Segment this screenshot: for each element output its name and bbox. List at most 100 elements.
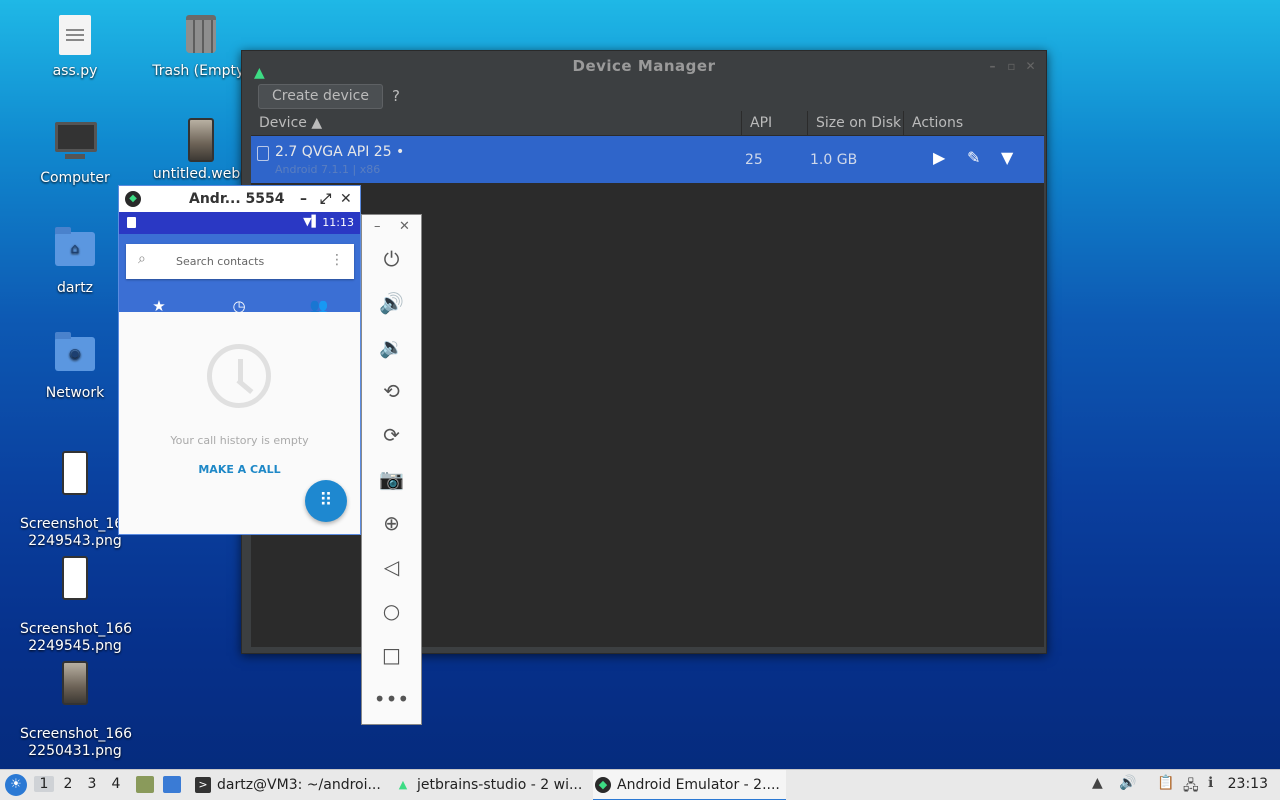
emulator-logo-icon: ◆ bbox=[125, 191, 141, 207]
desktop-icon-label: Network bbox=[45, 385, 105, 401]
emulator-title: Andr... 5554 bbox=[189, 191, 285, 207]
emulator-icon: ◆ bbox=[595, 777, 611, 793]
minimize-button[interactable]: – bbox=[990, 51, 997, 81]
device-subtitle: Android 7.1.1 | x86 bbox=[275, 163, 381, 176]
status-clock: 11:13 bbox=[322, 216, 354, 229]
dropdown-icon[interactable]: ▼ bbox=[1001, 148, 1013, 167]
desktop-icon[interactable] bbox=[163, 776, 181, 793]
device-size: 1.0 GB bbox=[810, 152, 858, 168]
column-device[interactable]: Device ▲ bbox=[251, 111, 741, 136]
image-file-icon bbox=[181, 118, 221, 162]
update-notification-icon[interactable]: ℹ bbox=[1208, 775, 1213, 791]
dialpad-icon: ⠿ bbox=[319, 490, 333, 511]
home-folder-icon: ⌂ bbox=[55, 227, 95, 276]
workspace-2[interactable]: 2 bbox=[58, 776, 78, 792]
task-label: Android Emulator - 2.... bbox=[617, 777, 780, 793]
workspace-4[interactable]: 4 bbox=[106, 776, 126, 792]
volume-up-icon[interactable]: 🔊 bbox=[362, 291, 421, 315]
task-jetbrains-studio[interactable]: ▲ jetbrains-studio - 2 wi... bbox=[393, 770, 588, 800]
sd-card-icon bbox=[127, 217, 136, 228]
more-options-icon[interactable]: ⋮ bbox=[330, 252, 344, 268]
call-history-panel: Your call history is empty MAKE A CALL ⠿ bbox=[119, 312, 360, 534]
device-name: 2.7 QVGA API 25 • bbox=[275, 144, 405, 160]
taskbar: ☀ 1 2 3 4 > dartz@VM3: ~/androi... ▲ jet… bbox=[0, 769, 1280, 800]
toolbar-minimize-button[interactable]: – bbox=[374, 219, 381, 234]
maximize-button[interactable]: ⤢ bbox=[320, 186, 331, 212]
help-button[interactable]: ? bbox=[392, 87, 400, 105]
edit-icon[interactable]: ✎ bbox=[967, 148, 980, 167]
make-call-button[interactable]: MAKE A CALL bbox=[119, 463, 360, 476]
desktop-icon-label: Trash (Empty) bbox=[152, 63, 250, 79]
file-manager-icon[interactable] bbox=[136, 776, 154, 793]
wifi-battery-icon: ▼▌ bbox=[303, 215, 320, 228]
play-icon[interactable]: ▶ bbox=[933, 148, 945, 167]
taskbar-clock[interactable]: 23:13 bbox=[1228, 776, 1268, 792]
desktop-icon-label: ass.py bbox=[52, 63, 98, 79]
trash-icon bbox=[181, 15, 221, 59]
emulator-titlebar[interactable]: ◆ Andr... 5554 – ⤢ ✕ bbox=[119, 186, 360, 212]
volume-icon[interactable]: 🔊 bbox=[1119, 775, 1136, 791]
terminal-icon: > bbox=[195, 777, 211, 793]
workspace-1[interactable]: 1 bbox=[34, 776, 54, 792]
close-button[interactable]: ✕ bbox=[340, 186, 352, 212]
zoom-icon[interactable]: ⊕ bbox=[362, 511, 421, 535]
home-icon[interactable]: ○ bbox=[362, 599, 421, 623]
tray-arrow-icon[interactable]: ▲ bbox=[1092, 775, 1103, 791]
rotate-right-icon[interactable]: ⟳ bbox=[362, 423, 421, 447]
power-icon[interactable]: ⏻ bbox=[362, 247, 421, 271]
camera-icon[interactable]: 📷 bbox=[362, 467, 421, 491]
device-manager-titlebar[interactable]: ▲ Device Manager – ▫ ✕ bbox=[242, 51, 1046, 81]
workspace-3[interactable]: 3 bbox=[82, 776, 102, 792]
search-contacts-input[interactable]: ⌕ Search contacts ⋮ bbox=[126, 244, 354, 279]
start-menu-icon[interactable]: ☀ bbox=[5, 774, 27, 796]
window-title: Device Manager bbox=[572, 57, 716, 75]
network-icon[interactable]: 🖧 bbox=[1183, 775, 1199, 799]
rotate-left-icon[interactable]: ⟲ bbox=[362, 379, 421, 403]
desktop-icon-dartz[interactable]: ⌂ dartz bbox=[20, 227, 130, 297]
column-size[interactable]: Size on Disk bbox=[807, 111, 903, 136]
network-folder-icon: ◉ bbox=[55, 332, 95, 381]
search-icon: ⌕ bbox=[138, 251, 146, 267]
close-button[interactable]: ✕ bbox=[1025, 51, 1036, 81]
computer-icon bbox=[55, 122, 97, 166]
volume-down-icon[interactable]: 🔉 bbox=[362, 335, 421, 359]
history-clock-icon bbox=[207, 344, 271, 408]
device-api: 25 bbox=[745, 152, 763, 168]
desktop-icon-label: dartz bbox=[56, 280, 94, 296]
empty-history-text: Your call history is empty bbox=[170, 434, 309, 447]
maximize-button[interactable]: ▫ bbox=[1007, 51, 1016, 81]
desktop-icon-label: Screenshot_166 2250431.png bbox=[20, 726, 133, 759]
emulator-window: ◆ Andr... 5554 – ⤢ ✕ ▼▌ 11:13 ⌕ Search c… bbox=[118, 185, 361, 535]
clipboard-icon[interactable]: 📋 bbox=[1157, 775, 1174, 791]
emulator-toolbar: – ✕ ⏻ 🔊 🔉 ⟲ ⟳ 📷 ⊕ ◁ ○ □ ••• bbox=[361, 214, 422, 725]
task-terminal[interactable]: > dartz@VM3: ~/androi... bbox=[193, 770, 388, 800]
desktop-icon-ass-py[interactable]: ass.py bbox=[20, 15, 130, 80]
column-actions[interactable]: Actions bbox=[903, 111, 1045, 136]
overview-icon[interactable]: □ bbox=[362, 643, 421, 667]
desktop-icon-network[interactable]: ◉ Network bbox=[20, 332, 130, 402]
create-device-button[interactable]: Create device bbox=[258, 84, 383, 109]
desktop-icon-label: Computer bbox=[40, 170, 110, 186]
toolbar-close-button[interactable]: ✕ bbox=[399, 219, 410, 234]
desktop-icon-untitled-webp[interactable]: untitled.webp bbox=[146, 118, 256, 183]
minimize-button[interactable]: – bbox=[300, 186, 307, 212]
desktop-icon-screenshot-3[interactable]: Screenshot_166 2250431.png bbox=[20, 644, 133, 777]
column-api[interactable]: API bbox=[741, 111, 807, 136]
task-label: dartz@VM3: ~/androi... bbox=[217, 777, 381, 793]
table-header: Device ▲ API Size on Disk Actions bbox=[251, 111, 1044, 136]
more-icon[interactable]: ••• bbox=[362, 687, 421, 711]
python-file-icon bbox=[55, 15, 95, 59]
task-android-emulator[interactable]: ◆ Android Emulator - 2.... bbox=[593, 770, 786, 800]
search-placeholder: Search contacts bbox=[176, 255, 265, 268]
dialpad-button[interactable]: ⠿ bbox=[305, 480, 347, 522]
image-file-icon bbox=[55, 556, 95, 600]
toolbar: Create device ? bbox=[242, 81, 1046, 111]
desktop-icon-computer[interactable]: Computer bbox=[20, 122, 130, 187]
task-label: jetbrains-studio - 2 wi... bbox=[417, 777, 583, 793]
desktop-icon-trash[interactable]: Trash (Empty) bbox=[146, 15, 256, 80]
android-statusbar: ▼▌ 11:13 bbox=[119, 212, 360, 234]
image-file-icon bbox=[55, 661, 95, 705]
back-icon[interactable]: ◁ bbox=[362, 555, 421, 579]
table-row[interactable]: 2.7 QVGA API 25 • Android 7.1.1 | x86 25… bbox=[251, 136, 1044, 183]
android-icon: ▲ bbox=[398, 778, 408, 791]
